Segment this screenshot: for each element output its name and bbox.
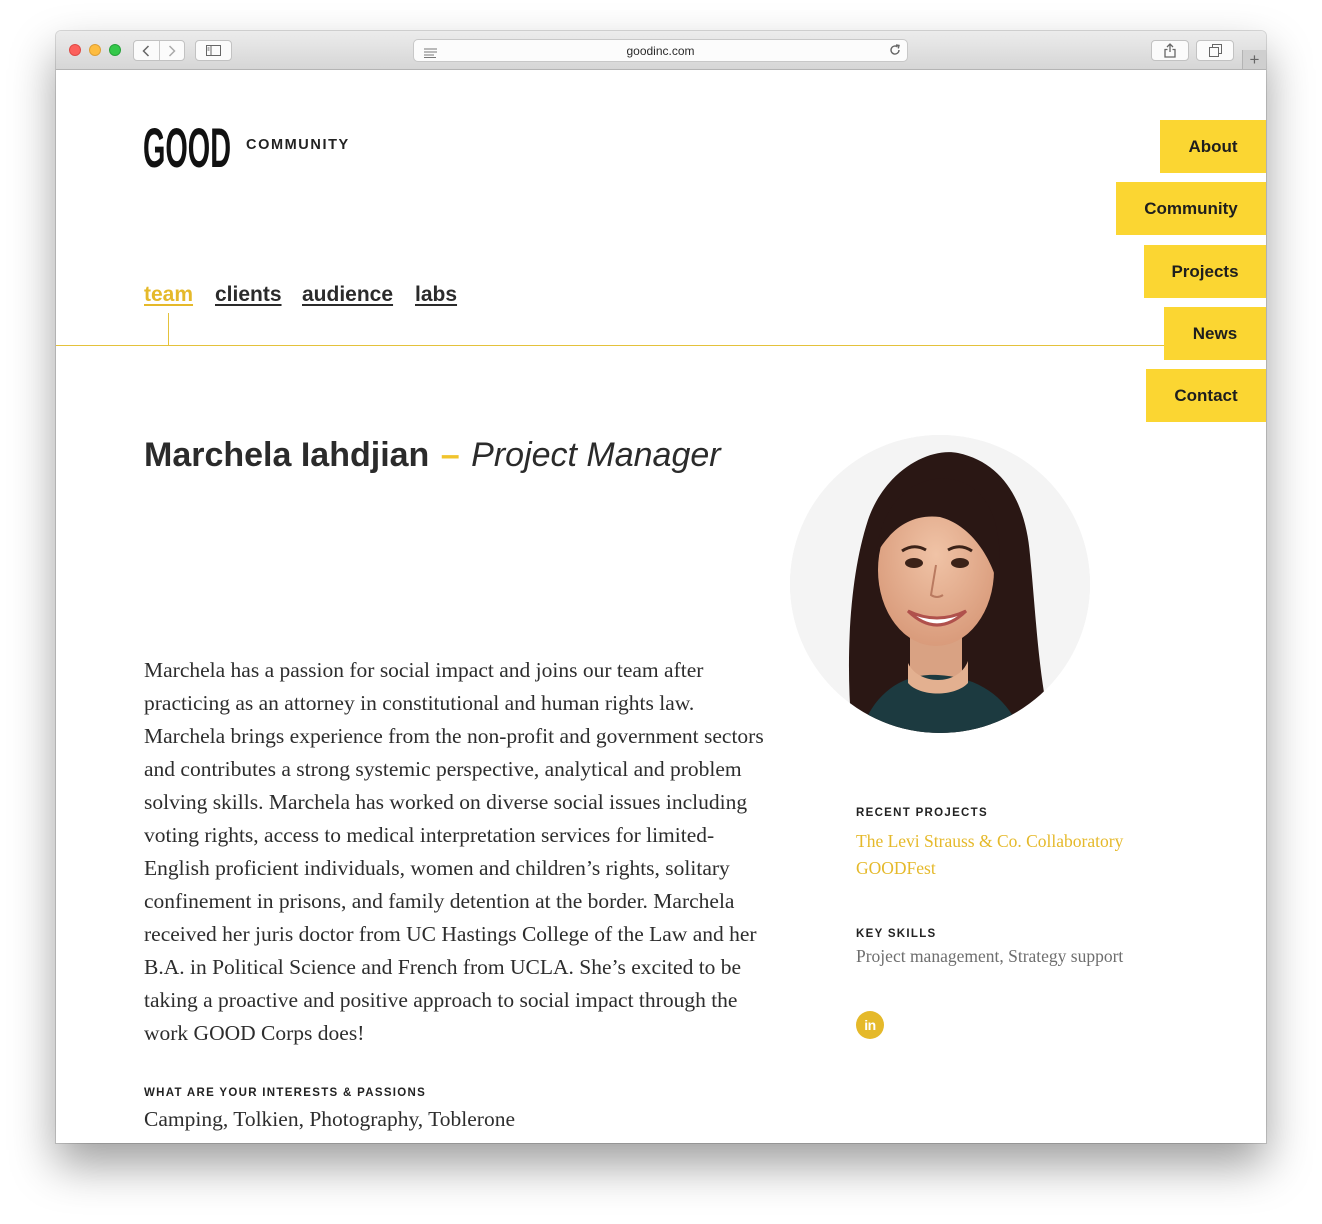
svg-text:GOOD: GOOD bbox=[143, 119, 231, 171]
section-divider bbox=[56, 345, 1164, 346]
site-section-label: COMMUNITY bbox=[246, 137, 350, 153]
close-window-button[interactable] bbox=[69, 44, 81, 56]
active-tab-marker bbox=[168, 313, 169, 345]
interests-value: Camping, Tolkien, Photography, Toblerone bbox=[144, 1107, 516, 1131]
nav-community[interactable]: Community bbox=[1116, 182, 1266, 235]
profile-name: Marchela Iahdjian bbox=[144, 436, 430, 474]
title-dash: – bbox=[440, 436, 460, 474]
subnav-team[interactable]: team bbox=[144, 283, 193, 307]
interests-label: WHAT ARE YOUR INTERESTS & PASSIONS bbox=[144, 1087, 427, 1099]
back-icon[interactable] bbox=[134, 41, 159, 60]
key-skills-value: Project management, Strategy support bbox=[856, 946, 1124, 966]
linkedin-icon[interactable]: in bbox=[856, 1011, 884, 1039]
browser-toolbar: goodinc.com + bbox=[56, 31, 1266, 70]
nav-projects[interactable]: Projects bbox=[1144, 245, 1266, 298]
project-link-goodfest[interactable]: GOODFest bbox=[856, 858, 936, 879]
browser-window: goodinc.com + GOOD COMMUNITY About Commu… bbox=[56, 31, 1266, 1143]
new-tab-button[interactable]: + bbox=[1242, 50, 1266, 69]
address-bar[interactable]: goodinc.com bbox=[413, 39, 908, 62]
url-text: goodinc.com bbox=[626, 44, 695, 58]
tabs-overview-icon[interactable] bbox=[1196, 40, 1234, 61]
nav-contact[interactable]: Contact bbox=[1146, 369, 1266, 422]
profile-role: Project Manager bbox=[471, 436, 721, 474]
good-logo-wordmark: GOOD bbox=[143, 116, 231, 179]
key-skills-label: KEY SKILLS bbox=[856, 928, 937, 940]
portrait-photo bbox=[790, 435, 1090, 733]
subnav-clients[interactable]: clients bbox=[215, 283, 282, 307]
forward-icon[interactable] bbox=[158, 41, 185, 60]
project-link-levi-strauss[interactable]: The Levi Strauss & Co. Collaboratory bbox=[856, 831, 1123, 852]
web-page: GOOD COMMUNITY About Community Projects … bbox=[56, 70, 1266, 1143]
profile-bio: Marchela has a passion for social impact… bbox=[144, 658, 764, 1045]
recent-projects-label: RECENT PROJECTS bbox=[856, 807, 988, 819]
nav-news[interactable]: News bbox=[1164, 307, 1266, 360]
nav-about[interactable]: About bbox=[1160, 120, 1266, 173]
good-logo[interactable]: GOOD bbox=[143, 116, 233, 179]
sidebar-icon[interactable] bbox=[195, 40, 232, 61]
zoom-window-button[interactable] bbox=[109, 44, 121, 56]
minimize-window-button[interactable] bbox=[89, 44, 101, 56]
profile-heading: Marchela Iahdjian – Project Manager bbox=[144, 436, 721, 475]
subnav-audience[interactable]: audience bbox=[302, 283, 393, 307]
subnav-labs[interactable]: labs bbox=[415, 283, 457, 307]
plus-icon: + bbox=[1249, 50, 1260, 69]
history-nav bbox=[133, 40, 185, 61]
reload-icon[interactable] bbox=[888, 43, 902, 62]
share-icon[interactable] bbox=[1151, 40, 1189, 61]
